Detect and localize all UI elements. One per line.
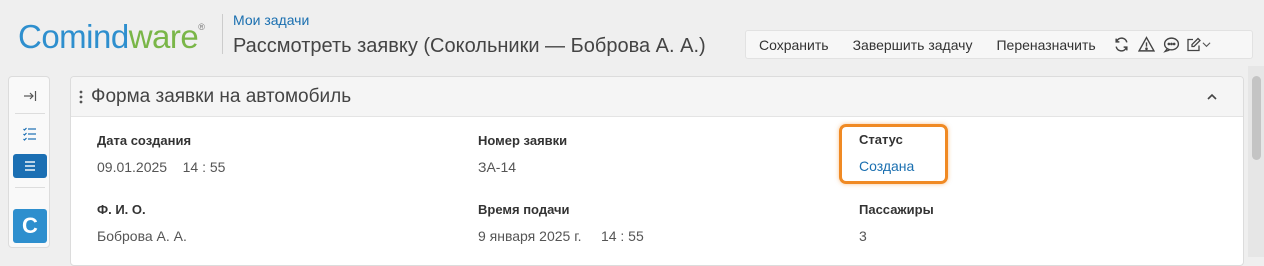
created-date-value: 09.01.2025 [97, 159, 168, 175]
field-submission-time: Время подачи 9 января 2025 г. 14 : 55 [478, 202, 644, 244]
drag-handle-icon[interactable] [71, 90, 91, 104]
app-avatar[interactable]: C [13, 209, 47, 243]
form-title: Форма заявки на автомобиль [91, 85, 352, 107]
field-label: Время подачи [478, 202, 570, 217]
field-passengers: Пассажиры 3 [859, 202, 934, 244]
list-icon[interactable] [13, 154, 47, 178]
field-value: 9 января 2025 г. 14 : 55 [478, 228, 644, 244]
chevron-down-icon[interactable] [1202, 34, 1212, 56]
created-time-value: 14 : 55 [182, 159, 226, 175]
rail-divider [15, 113, 45, 114]
submission-time-value: 14 : 55 [600, 228, 644, 244]
form-header: Форма заявки на автомобиль [71, 77, 1243, 117]
field-label: Пассажиры [859, 202, 934, 217]
page-title: Рассмотреть заявку (Сокольники — Боброва… [233, 35, 706, 57]
chat-icon[interactable] [1161, 34, 1183, 56]
submission-date-value: 9 января 2025 г. [478, 228, 582, 244]
field-label: Номер заявки [478, 133, 568, 148]
brand-logo: Comindware® [18, 18, 205, 56]
checklist-icon[interactable] [13, 122, 47, 146]
brand-name-part1: Comind [18, 18, 129, 55]
save-button[interactable]: Сохранить [746, 37, 841, 53]
task-toolbar: Сохранить Завершить задачу Переназначить [745, 30, 1253, 59]
breadcrumb-my-tasks[interactable]: Мои задачи [233, 12, 309, 28]
collapse-icon[interactable] [1203, 88, 1221, 106]
collapse-panel-icon[interactable] [13, 84, 47, 108]
reassign-button[interactable]: Переназначить [984, 37, 1107, 53]
brand-registered-mark: ® [198, 22, 205, 32]
refresh-icon[interactable] [1111, 34, 1133, 56]
warning-icon[interactable] [1136, 34, 1158, 56]
edit-icon[interactable] [1186, 34, 1202, 56]
header-divider [222, 14, 223, 54]
form-panel: Форма заявки на автомобиль Дата создания… [70, 76, 1244, 266]
field-label: Дата создания [97, 133, 192, 148]
brand-name-part2: ware [128, 18, 199, 55]
rail-divider [15, 187, 45, 188]
scrollbar-thumb[interactable] [1252, 76, 1261, 160]
fio-value: Боброва А. А. [97, 228, 187, 244]
left-rail: C [8, 76, 50, 248]
field-label: Ф. И. О. [97, 202, 146, 217]
field-request-number: Номер заявки ЗА-14 [478, 133, 567, 175]
request-number-value: ЗА-14 [478, 159, 517, 175]
status-highlight [839, 124, 948, 184]
passengers-value: 3 [859, 228, 867, 244]
field-value: 09.01.2025 14 : 55 [97, 159, 225, 175]
complete-task-button[interactable]: Завершить задачу [841, 37, 985, 53]
field-created-date: Дата создания 09.01.2025 14 : 55 [97, 133, 225, 175]
field-fio: Ф. И. О. Боброва А. А. [97, 202, 187, 244]
